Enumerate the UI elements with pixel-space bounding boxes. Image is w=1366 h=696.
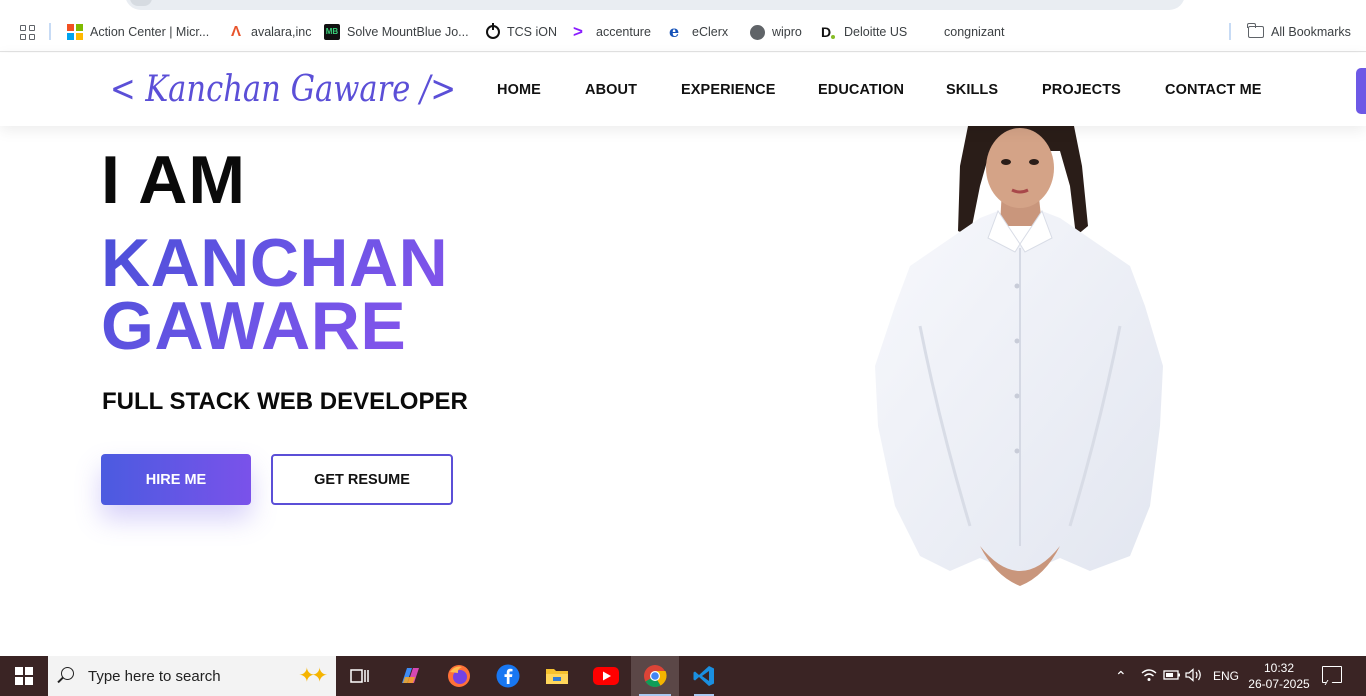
firefox-button[interactable] — [435, 656, 483, 696]
bookmark-accenture[interactable]: > accenture — [573, 23, 651, 41]
chevron-up-icon[interactable]: ⌃ — [1115, 668, 1127, 685]
taskbar-clock[interactable]: 10:32 26-07-2025 — [1242, 660, 1316, 692]
search-icon — [61, 667, 74, 680]
apps-grid-icon[interactable] — [20, 25, 35, 40]
hero-role: FULL STACK WEB DEVELOPER — [102, 388, 468, 415]
nav-projects[interactable]: PROJECTS — [1042, 82, 1121, 98]
mountblue-icon: MB — [324, 24, 340, 40]
hero-intro: I AM — [101, 142, 247, 218]
hire-me-button[interactable]: HIRE ME — [101, 454, 251, 505]
bookmark-deloitte[interactable]: D Deloitte US — [821, 23, 907, 41]
bookmark-label: Solve MountBlue Jo... — [347, 25, 469, 39]
clock-date: 26-07-2025 — [1248, 677, 1310, 691]
tcs-ion-icon — [486, 23, 500, 39]
battery-icon[interactable] — [1163, 669, 1181, 681]
vscode-button[interactable] — [680, 656, 728, 696]
file-explorer-icon — [546, 669, 568, 684]
address-bar[interactable] — [125, 0, 1185, 10]
deloitte-icon: D — [821, 24, 837, 40]
globe-icon — [750, 24, 765, 40]
site-logo[interactable]: < Kanchan Gaware /> — [110, 59, 460, 115]
bookmark-cognizant[interactable]: congnizant — [944, 23, 1004, 41]
nav-skills[interactable]: SKILLS — [946, 82, 998, 98]
youtube-button[interactable] — [582, 656, 630, 696]
speaker-icon[interactable] — [1185, 668, 1203, 682]
facebook-button[interactable] — [484, 656, 532, 696]
bookmark-label: eClerx — [692, 25, 729, 39]
bookmark-label: accenture — [596, 25, 651, 39]
notification-icon[interactable] — [1322, 666, 1342, 683]
get-resume-button[interactable]: GET RESUME — [271, 454, 453, 505]
chrome-button[interactable] — [631, 656, 679, 696]
page-scrollbar-thumb[interactable] — [1356, 68, 1366, 114]
copilot-button[interactable] — [386, 656, 434, 696]
nav-contact[interactable]: CONTACT ME — [1165, 82, 1262, 98]
windows-taskbar: Type here to search ✦✦ ⌃ ENG 10:32 26-07… — [0, 656, 1366, 696]
file-explorer-button[interactable] — [533, 656, 581, 696]
wifi-icon[interactable] — [1141, 668, 1157, 682]
bookmarks-bar: Action Center | Micr... Λ avalara,inc MB… — [0, 12, 1366, 52]
bookmark-label: avalara,inc — [251, 25, 312, 39]
bookmark-mountblue[interactable]: MB Solve MountBlue Jo... — [324, 23, 469, 41]
search-placeholder: Type here to search — [88, 668, 221, 685]
facebook-icon — [496, 664, 520, 688]
start-button[interactable] — [0, 656, 48, 696]
windows-icon — [15, 667, 33, 685]
site-navbar: < Kanchan Gaware /> HOME ABOUT EXPERIENC… — [0, 53, 1366, 126]
bookmark-tcs-ion[interactable]: TCS iON — [486, 23, 557, 41]
youtube-icon — [593, 667, 619, 685]
bookmarks-divider — [49, 23, 51, 40]
folder-icon — [1247, 23, 1264, 38]
input-language[interactable]: ENG — [1213, 669, 1239, 683]
bookmarks-divider — [1229, 23, 1231, 40]
bookmark-label: wipro — [772, 25, 802, 39]
chrome-icon — [644, 665, 667, 687]
nav-education[interactable]: EDUCATION — [818, 82, 904, 98]
firefox-icon — [448, 665, 470, 687]
avalara-icon: Λ — [230, 23, 241, 40]
hero-name-first: KANCHAN — [101, 225, 449, 301]
bookmark-eclerx[interactable]: e eClerx — [669, 23, 728, 41]
nav-home[interactable]: HOME — [497, 82, 541, 98]
nav-experience[interactable]: EXPERIENCE — [681, 82, 775, 98]
all-bookmarks-label: All Bookmarks — [1271, 25, 1351, 39]
task-view-icon — [350, 669, 369, 683]
microsoft-icon — [67, 24, 83, 40]
clock-time: 10:32 — [1263, 661, 1295, 675]
bookmark-avalara[interactable]: Λ avalara,inc — [228, 23, 311, 41]
bookmark-wipro[interactable]: wipro — [750, 23, 802, 41]
copilot-icon — [402, 668, 419, 683]
bookmark-label: Action Center | Micr... — [90, 25, 210, 39]
nav-about[interactable]: ABOUT — [585, 82, 637, 98]
bookmark-label: Deloitte US — [844, 25, 908, 39]
bookmark-label: TCS iON — [507, 25, 557, 39]
hero-name: KANCHAN GAWARE — [101, 232, 448, 358]
all-bookmarks-button[interactable]: All Bookmarks — [1247, 23, 1351, 41]
profile-photo — [875, 126, 1163, 586]
task-view-button[interactable] — [336, 656, 384, 696]
vscode-icon — [693, 666, 714, 686]
eclerx-icon: e — [669, 22, 680, 41]
hero-name-last: GAWARE — [101, 288, 407, 364]
taskbar-search[interactable]: Type here to search ✦✦ — [48, 656, 336, 696]
logo-text: < Kanchan Gaware /> — [110, 69, 456, 110]
search-highlight-icon: ✦✦ — [298, 665, 327, 687]
bookmark-action-center[interactable]: Action Center | Micr... — [67, 23, 209, 41]
bookmark-label: congnizant — [944, 25, 1005, 39]
browser-toolbar — [0, 0, 1366, 12]
accenture-icon: > — [573, 22, 583, 41]
